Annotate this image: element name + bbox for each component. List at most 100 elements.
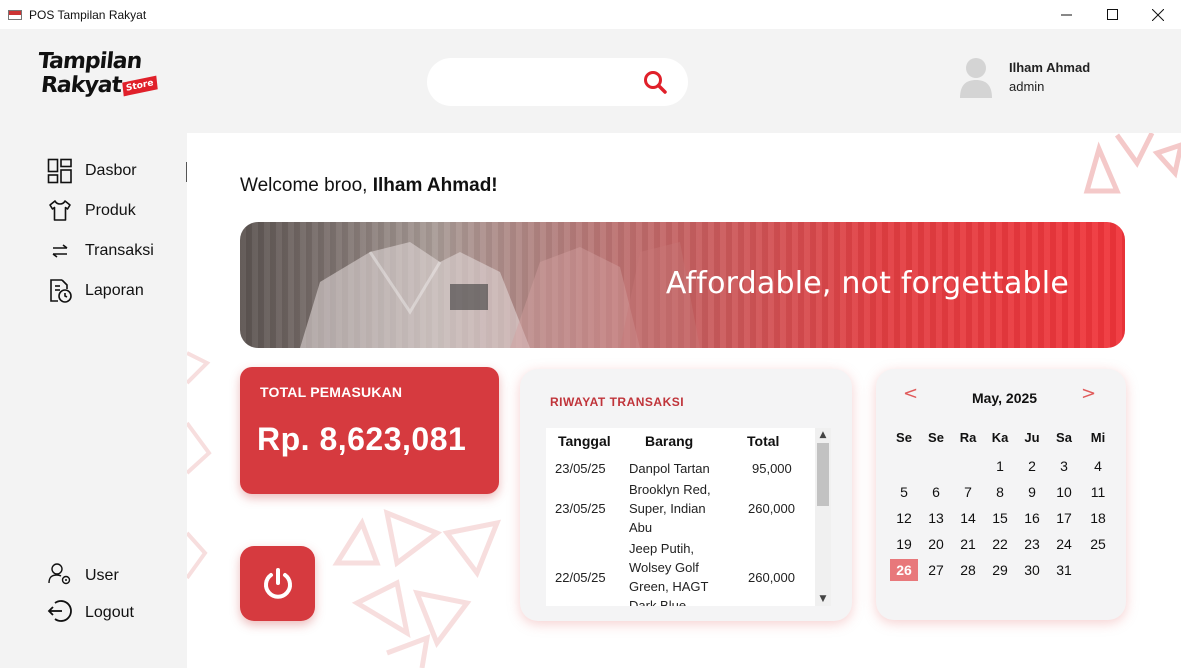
promo-banner: Affordable, not forgettable (240, 222, 1125, 348)
income-title: TOTAL PEMASUKAN (260, 384, 403, 400)
calendar-day[interactable]: 9 (1018, 481, 1046, 503)
brand-logo: Tampilan Rakyat Store (36, 49, 170, 110)
calendar-day[interactable]: 12 (890, 507, 918, 529)
calendar-day[interactable]: 8 (986, 481, 1014, 503)
sidebar-item-laporan[interactable]: Laporan (47, 278, 144, 304)
welcome-name: Ilham Ahmad! (372, 175, 498, 196)
decorative-triangles-icon (332, 508, 502, 668)
sidebar-item-label: Transaksi (85, 242, 154, 259)
sidebar-item-transaksi[interactable]: Transaksi (47, 238, 154, 264)
search-input[interactable] (445, 70, 635, 94)
main-content: Welcome broo, Ilham Ahmad! Affordable, n… (187, 133, 1181, 668)
calendar-day[interactable]: 21 (954, 533, 982, 555)
transaction-table[interactable]: Tanggal Barang Total 23/05/25 Danpol Tar… (546, 428, 831, 606)
calendar-day-today[interactable]: 26 (890, 559, 918, 581)
sidebar-item-label: Logout (85, 604, 134, 621)
calendar-weekday: Mi (1090, 430, 1106, 445)
cell-date: 23/05/25 (555, 461, 606, 476)
welcome-prefix: Welcome broo, (240, 175, 368, 196)
calendar-day[interactable]: 13 (922, 507, 950, 529)
logout-button[interactable]: Logout (47, 598, 134, 629)
sidebar-item-produk[interactable]: Produk (47, 198, 136, 224)
welcome-text: Welcome broo, Ilham Ahmad! (240, 175, 498, 197)
calendar-day[interactable]: 29 (986, 559, 1014, 581)
calendar-card: < May, 2025 > Se Se Ra Ka Ju Sa Mi 1 2 3 4 5 6 7 8 9 10 1… (876, 369, 1126, 620)
calendar-day[interactable]: 6 (922, 481, 950, 503)
calendar-day[interactable]: 27 (922, 559, 950, 581)
minimize-button[interactable] (1043, 0, 1089, 29)
calendar-day[interactable]: 28 (954, 559, 982, 581)
calendar-day[interactable]: 25 (1084, 533, 1112, 555)
search-button[interactable] (642, 69, 670, 95)
avatar (960, 58, 992, 98)
logo-badge: Store (122, 75, 158, 97)
banner-tagline: Affordable, not forgettable (665, 266, 1069, 301)
calendar-weekday: Ju (1024, 430, 1040, 445)
search-bar (427, 58, 688, 106)
logo-line2-wrap: Rakyat Store (39, 73, 170, 98)
scroll-thumb[interactable] (817, 443, 829, 506)
calendar-day[interactable]: 18 (1084, 507, 1112, 529)
calendar-day[interactable]: 16 (1018, 507, 1046, 529)
calendar-next-button[interactable]: > (1081, 383, 1096, 404)
shirts-photo-icon (300, 242, 700, 348)
calendar-day[interactable]: 11 (1084, 481, 1112, 503)
close-icon (1152, 8, 1164, 21)
cell-items: Danpol Tartan (629, 461, 710, 476)
calendar-day[interactable]: 5 (890, 481, 918, 503)
calendar-day[interactable]: 31 (1050, 559, 1078, 581)
maximize-button[interactable] (1089, 0, 1135, 29)
window-title: POS Tampilan Rakyat (29, 7, 147, 22)
column-header: Tanggal (558, 433, 611, 449)
shirt-icon (47, 198, 73, 224)
cell-total: 260,000 (748, 501, 795, 516)
maximize-icon (1106, 9, 1118, 20)
scroll-up-icon[interactable]: ▲ (815, 428, 831, 442)
power-button[interactable] (240, 546, 315, 621)
calendar-day[interactable]: 19 (890, 533, 918, 555)
income-card: TOTAL PEMASUKAN Rp. 8,623,081 (240, 367, 499, 494)
vertical-scrollbar[interactable]: ▲ ▼ (815, 428, 831, 606)
logout-icon (47, 598, 73, 629)
calendar-day[interactable]: 3 (1050, 455, 1078, 477)
calendar-day[interactable]: 4 (1084, 455, 1112, 477)
calendar-day[interactable]: 1 (986, 455, 1014, 477)
user-settings-icon (47, 561, 73, 592)
calendar-weekday: Sa (1056, 430, 1072, 445)
column-header: Barang (645, 433, 694, 449)
app-icon (8, 9, 22, 20)
income-value: Rp. 8,623,081 (257, 421, 467, 457)
cell-date: 23/05/25 (555, 501, 606, 516)
cell-items: Jeep Putih, Wolsey Golf Green, HAGT Dark… (629, 541, 709, 606)
calendar-weekday: Se (928, 430, 944, 445)
calendar-day[interactable]: 30 (1018, 559, 1046, 581)
minimize-icon (1060, 14, 1072, 16)
column-header: Total (747, 433, 780, 449)
transaction-history-card: RIWAYAT TRANSAKSI Tanggal Barang Total 2… (520, 369, 852, 621)
sidebar-item-label: Produk (85, 202, 136, 219)
calendar-day[interactable]: 20 (922, 533, 950, 555)
calendar-day[interactable]: 24 (1050, 533, 1078, 555)
sidebar-item-user[interactable]: User (47, 561, 119, 592)
calendar-grid: Se Se Ra Ka Ju Sa Mi 1 2 3 4 5 6 7 8 9 10 11 12 13 14 15 16 17 1… (886, 427, 1122, 617)
calendar-day[interactable]: 2 (1018, 455, 1046, 477)
scroll-down-icon[interactable]: ▼ (815, 592, 831, 606)
calendar-day[interactable]: 15 (986, 507, 1014, 529)
swap-icon (47, 238, 73, 264)
logo-line1: Tampilan (36, 49, 143, 74)
calendar-day[interactable]: 22 (986, 533, 1014, 555)
calendar-day[interactable]: 7 (954, 481, 982, 503)
logo-line2: Rakyat (39, 73, 123, 98)
user-profile[interactable]: Ilham Ahmad admin (958, 56, 1158, 100)
close-button[interactable] (1135, 0, 1181, 29)
cell-date: 22/05/25 (555, 570, 606, 585)
calendar-day[interactable]: 14 (954, 507, 982, 529)
cell-total: 260,000 (748, 570, 795, 585)
calendar-day[interactable]: 10 (1050, 481, 1078, 503)
calendar-day[interactable]: 17 (1050, 507, 1078, 529)
window-controls (1043, 0, 1181, 29)
calendar-weekday: Se (896, 430, 912, 445)
calendar-weekday: Ra (959, 430, 977, 445)
calendar-day[interactable]: 23 (1018, 533, 1046, 555)
sidebar-item-dasbor[interactable]: Dasbor (47, 158, 137, 184)
